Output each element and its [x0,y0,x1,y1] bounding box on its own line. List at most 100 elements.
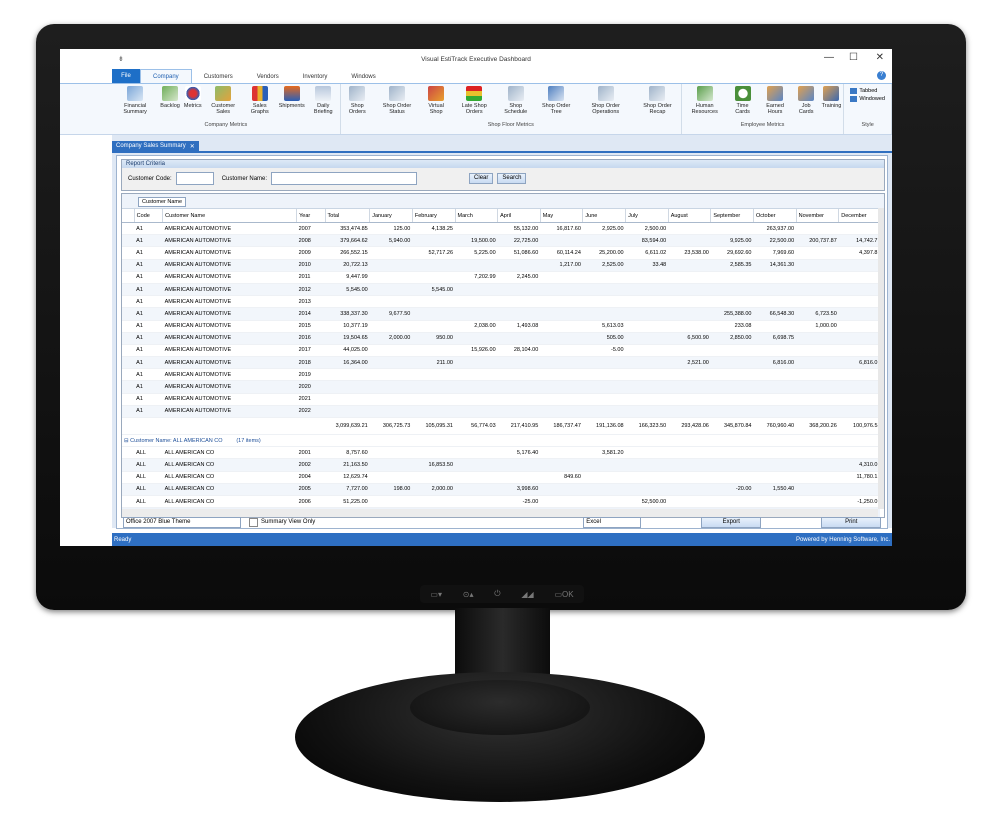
table-row[interactable]: A1 AMERICAN AUTOMOTIVE 2013 [122,295,880,309]
group-header-row[interactable]: ⊟ Customer Name: ALL AMERICAN CO (17 ite… [122,433,880,448]
column-header[interactable]: Total [325,209,371,223]
column-header[interactable]: August [668,209,712,223]
tab-company-sales-summary[interactable]: Company Sales Summary ✕ [112,141,199,151]
table-row[interactable]: A1 AMERICAN AUTOMOTIVE 2016 19,504.65 2,000.… [122,332,880,345]
table-row[interactable]: A1 AMERICAN AUTOMOTIVE 2017 44,025.00 15,926… [122,344,880,358]
table-row[interactable]: ALL ALL AMERICAN CO 2004 12,629.74 849.60 11,… [122,471,880,484]
table-row[interactable]: A1 AMERICAN AUTOMOTIVE 2018 16,364.00 211.00… [122,356,880,370]
table-cell [668,320,711,333]
print-button[interactable]: Print [821,516,882,528]
job-cards-button[interactable]: Job Cards [793,84,820,122]
table-row[interactable]: A1 AMERICAN AUTOMOTIVE 2012 5,545.00 5,545.0… [122,283,880,297]
customer-name-input[interactable] [271,172,418,185]
shop-order-status-button[interactable]: Shop Order Status [374,84,420,122]
column-header[interactable]: November [796,209,840,223]
summary-checkbox[interactable] [249,517,258,527]
table-cell [838,344,880,358]
group-by-chip[interactable]: Customer Name [138,197,187,207]
row-indicator-header [122,209,135,223]
table-cell [497,295,541,309]
minimize-button[interactable]: — [824,52,834,63]
shop-order-recap-button[interactable]: Shop Order Recap [634,84,681,122]
group-header-label[interactable]: ⊟ Customer Name: ALL AMERICAN CO [124,438,223,444]
column-header[interactable]: March [455,209,499,223]
tab-company[interactable]: Company [140,69,192,83]
group-header-cell: ⊟ Customer Name: ALL AMERICAN CO (17 ite… [122,433,880,448]
group-by-panel: Customer Name [122,194,884,209]
table-row[interactable]: A1 AMERICAN AUTOMOTIVE 2007 353,474.85 125.0… [122,222,880,236]
column-header[interactable]: June [582,209,627,223]
column-header[interactable]: September [710,209,754,223]
search-button[interactable]: Search [497,173,527,184]
maximize-button[interactable]: ☐ [849,52,858,63]
column-header[interactable]: July [625,209,669,223]
table-cell: A1 [134,246,163,260]
export-button[interactable]: Export [701,516,762,528]
table-cell [625,307,669,321]
column-header[interactable]: May [540,209,584,223]
column-header[interactable]: April [497,209,541,223]
help-icon[interactable]: ? [877,71,886,80]
windowed-option[interactable]: Windowed [850,96,885,102]
human-resources-button[interactable]: Human Resources [682,84,728,122]
table-cell [796,295,839,309]
shop-schedule-button[interactable]: Shop Schedule [496,84,535,122]
time-cards-button[interactable]: Time Cards [728,84,758,122]
vertical-scrollbar[interactable] [878,208,884,509]
tab-inventory[interactable]: Inventory [291,70,340,83]
group-summary-row[interactable]: 3,099,639.21 306,725.73 105,095.31 56,774.0… [122,417,880,435]
sales-graphs-button[interactable]: Sales Graphs [243,84,277,122]
close-button[interactable]: ✕ [876,52,884,63]
table-row[interactable]: A1 AMERICAN AUTOMOTIVE 2010 20,722.13 1,217.… [122,259,880,272]
shipments-button[interactable]: Shipments [277,84,307,122]
column-header[interactable]: February [412,209,456,223]
column-header[interactable]: December [838,209,880,223]
table-row[interactable]: A1 AMERICAN AUTOMOTIVE 2011 9,447.99 7,202.9… [122,271,880,284]
earned-hours-button[interactable]: Earned Hours [758,84,793,122]
table-cell: A1 [134,393,163,406]
tab-windows[interactable]: Windows [339,70,387,83]
table-row[interactable]: A1 AMERICAN AUTOMOTIVE 2008 379,664.62 5,940… [122,234,880,248]
table-row[interactable]: ALL ALL AMERICAN CO 2006 51,225.00 -25.00 52,… [122,495,880,509]
virtual-shop-button[interactable]: Virtual Shop [420,84,452,122]
table-row[interactable]: A1 AMERICAN AUTOMOTIVE 2021 [122,393,880,406]
column-header[interactable]: Customer Name [162,209,298,223]
clear-button[interactable]: Clear [469,173,494,184]
daily-briefing-button[interactable]: Daily Briefing [307,84,340,122]
theme-select[interactable]: Office 2007 Blue Theme [123,516,241,528]
tab-underline [112,151,892,153]
table-row[interactable]: ALL ALL AMERICAN CO 2005 7,727.00 198.00 2,00… [122,483,880,496]
table-row[interactable]: A1 AMERICAN AUTOMOTIVE 2014 338,337.30 9,677… [122,307,880,321]
format-select[interactable]: Excel [583,516,642,528]
table-cell: AMERICAN AUTOMOTIVE [162,259,297,272]
shop-order-tree-button[interactable]: Shop Order Tree [535,84,577,122]
table-cell: 266,552.15 [325,246,370,260]
customer-sales-button[interactable]: Customer Sales [204,84,243,122]
late-shop-orders-button[interactable]: Late Shop Orders [452,84,496,122]
tab-customers[interactable]: Customers [192,70,245,83]
financial-summary-button[interactable]: Financial Summary [112,84,158,122]
table-row[interactable]: ALL ALL AMERICAN CO 2001 8,757.60 5,176.40 3,… [122,446,880,460]
shop-orders-button[interactable]: Shop Orders [341,84,374,122]
table-row[interactable]: A1 AMERICAN AUTOMOTIVE 2020 [122,380,880,394]
table-row[interactable]: ALL ALL AMERICAN CO 2002 21,163.50 16,853.50… [122,458,880,472]
table-cell [540,332,583,345]
table-row[interactable]: A1 AMERICAN AUTOMOTIVE 2019 [122,368,880,382]
table-row[interactable]: A1 AMERICAN AUTOMOTIVE 2022 [122,405,880,419]
table-cell: 2020 [296,380,326,394]
shop-order-operations-button[interactable]: Shop Order Operations [577,84,634,122]
column-header[interactable]: Year [296,209,326,223]
customer-code-input[interactable] [175,172,214,185]
column-header[interactable]: October [753,209,797,223]
metrics-button[interactable]: Metrics [182,84,204,122]
close-tab-icon[interactable]: ✕ [190,143,195,150]
backlog-button[interactable]: Backlog [158,84,182,122]
tab-vendors[interactable]: Vendors [245,70,291,83]
table-row[interactable]: A1 AMERICAN AUTOMOTIVE 2015 10,377.19 2,038.… [122,320,880,333]
column-header[interactable]: Code [134,209,164,223]
tabbed-option[interactable]: Tabbed [850,88,885,94]
training-button[interactable]: Training [820,84,844,122]
tab-file[interactable]: File [112,69,140,83]
column-header[interactable]: January [369,209,413,223]
table-row[interactable]: A1 AMERICAN AUTOMOTIVE 2009 266,552.15 52,71… [122,246,880,260]
